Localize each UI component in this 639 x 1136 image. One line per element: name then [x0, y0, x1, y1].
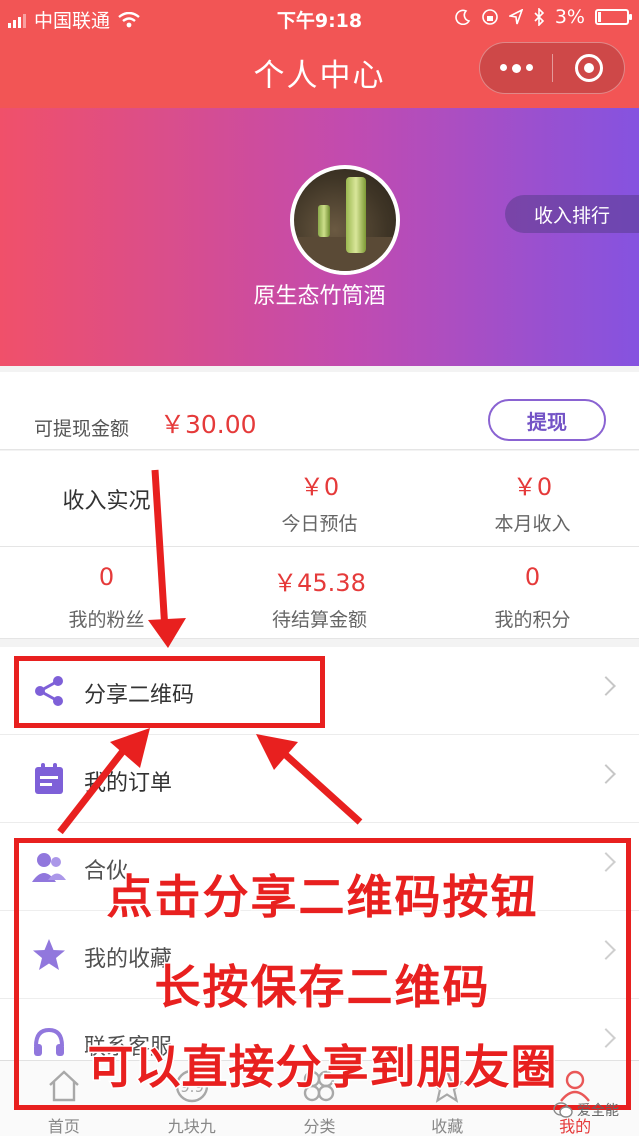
battery-percent: 3%	[554, 6, 585, 28]
tab-label: 分类	[303, 1117, 336, 1136]
profile-banner: 原生态竹筒酒 收入排行	[0, 108, 639, 366]
income-title: 收入实况	[62, 489, 151, 514]
withdraw-button[interactable]: 提现	[488, 399, 606, 441]
tab-label: 首页	[47, 1117, 80, 1136]
watermark: 爱全能	[553, 1100, 619, 1120]
close-program-button[interactable]	[553, 54, 624, 82]
battery-icon	[595, 9, 632, 25]
instruction-line-2: 长按保存二维码	[153, 959, 491, 1016]
instruction-line-3: 可以直接分享到朋友圈	[86, 1039, 558, 1096]
profile-name: 原生态竹筒酒	[253, 284, 386, 309]
tab-label: 收藏	[431, 1117, 464, 1136]
account-stats-row: 0 我的粉丝 ￥45.38 待结算金额 0 我的积分	[0, 547, 639, 639]
withdraw-amount: ￥30.00	[160, 410, 257, 439]
avatar[interactable]	[290, 165, 400, 275]
status-bar: 中国联通 下午9:18 3%	[0, 0, 639, 36]
menu-item-orders[interactable]: 我的订单	[0, 735, 639, 823]
target-icon	[574, 54, 603, 82]
pending-settlement-label: 待结算金额	[271, 609, 367, 631]
income-ranking-button[interactable]: 收入排行	[505, 195, 639, 233]
wechat-icon	[553, 1102, 573, 1118]
calendar-icon	[35, 763, 63, 794]
chevron-right-icon	[596, 764, 616, 784]
today-estimate-label: 今日预估	[281, 513, 358, 535]
mini-program-capsule	[479, 42, 625, 94]
points-value: 0	[524, 563, 541, 591]
income-stats-row: 收入实况 ￥0 今日预估 ￥0 本月收入	[0, 451, 639, 547]
today-estimate-cell[interactable]: ￥0 今日预估	[213, 451, 426, 546]
withdraw-label: 可提现金额	[34, 418, 130, 440]
fans-value: 0	[98, 563, 115, 591]
instruction-line-1: 点击分享二维码按钮	[105, 869, 539, 926]
points-cell[interactable]: 0 我的积分	[426, 547, 639, 638]
navigation-bar: 个人中心	[0, 36, 639, 108]
month-income-label: 本月收入	[494, 513, 571, 535]
menu-label: 我的订单	[84, 771, 173, 796]
today-estimate-value: ￥0	[299, 473, 340, 501]
status-right: 3%	[455, 6, 632, 28]
withdraw-row: 可提现金额 ￥30.00 提现	[0, 372, 639, 450]
pending-settlement-cell[interactable]: ￥45.38 待结算金额	[213, 547, 426, 638]
fans-cell[interactable]: 0 我的粉丝	[0, 547, 213, 638]
moon-icon	[455, 9, 471, 25]
bluetooth-icon	[534, 8, 544, 26]
points-label: 我的积分	[494, 609, 571, 631]
month-income-value: ￥0	[512, 473, 553, 501]
watermark-text: 爱全能	[577, 1103, 619, 1119]
fans-label: 我的粉丝	[68, 609, 145, 631]
chevron-right-icon	[596, 676, 616, 696]
instruction-callout: 点击分享二维码按钮 长按保存二维码 可以直接分享到朋友圈	[14, 838, 631, 1110]
income-title-cell: 收入实况	[0, 451, 213, 546]
month-income-cell[interactable]: ￥0 本月收入	[426, 451, 639, 546]
tab-label: 九块九	[167, 1117, 216, 1136]
pending-settlement-value: ￥45.38	[273, 569, 366, 597]
more-icon[interactable]	[480, 63, 552, 73]
lock-rotation-icon	[482, 9, 498, 25]
location-icon	[508, 9, 523, 25]
highlight-box	[14, 656, 325, 728]
